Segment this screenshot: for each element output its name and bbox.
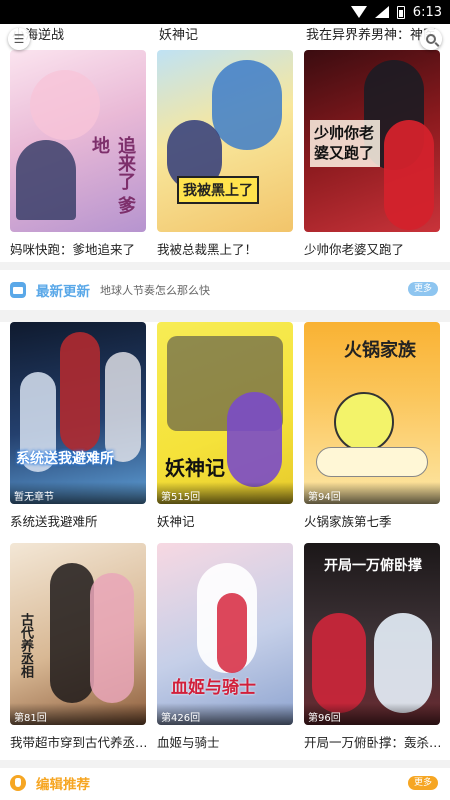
comic-card[interactable]: 少帅你老婆又跑了 少帅你老婆又跑了 [304,50,440,259]
comic-grid-row-3: 古代养丞相 第81回 我带超市穿到古代养丞… 血姬与骑士 第426回 血姬与骑士… [10,543,440,752]
comic-card[interactable]: 开局一万俯卧撑 第96回 开局一万俯卧撑：轰杀… [304,543,440,752]
comic-cover[interactable]: 血姬与骑士 第426回 [157,543,293,725]
comic-card[interactable]: 妖神记 第515回 妖神记 [157,322,293,531]
comic-cover[interactable]: 系统送我避难所 暂无章节 [10,322,146,504]
comic-title[interactable]: 系统送我避难所 [10,511,146,531]
chapter-badge: 第81回 [10,703,146,725]
section-divider [0,262,450,270]
comic-cover[interactable]: 我被黑上了 [157,50,293,232]
comic-cover[interactable]: 追来了 爹地 [10,50,146,232]
cover-title-art: 火锅家族 [344,340,416,361]
comic-title[interactable]: 血姬与骑士 [157,732,293,752]
section-subtitle: 地球人节奏怎么那么快 [100,284,210,297]
comic-card[interactable]: 古代养丞相 第81回 我带超市穿到古代养丞… [10,543,146,752]
partial-title[interactable]: 我在异界养男神：神医 [294,24,441,46]
comic-card[interactable]: 火锅家族 第94回 火锅家族第七季 [304,322,440,531]
chapter-badge: 第96回 [304,703,440,725]
comic-card[interactable]: 追来了 爹地 妈咪快跑：爹地追来了 [10,50,146,259]
cover-title-art: 追来了 爹地 [89,136,136,215]
comic-title[interactable]: 少帅你老婆又跑了 [304,239,440,259]
comic-title[interactable]: 妈咪快跑：爹地追来了 [10,239,146,259]
partial-title-row: 小海逆战 妖神记 我在异界养男神：神医 [0,24,450,46]
partial-title[interactable]: 妖神记 [147,24,294,46]
more-button[interactable]: 更多 [408,776,438,790]
comic-title[interactable]: 我被总裁黑上了！ [157,239,293,259]
chapter-badge: 第515回 [157,482,293,504]
chapter-badge: 第94回 [304,482,440,504]
calendar-icon [10,282,26,298]
section-editor-picks: 编辑推荐 更多 [0,766,450,800]
cover-title-art: 我被黑上了 [177,176,259,204]
search-button[interactable] [420,28,442,50]
search-icon [426,34,436,44]
comic-title[interactable]: 我带超市穿到古代养丞… [10,732,146,752]
comic-grid-row-1: 追来了 爹地 妈咪快跑：爹地追来了 我被黑上了 我被总裁黑上了！ 少帅你老婆又跑… [10,50,440,259]
flame-icon [10,775,26,791]
comic-title[interactable]: 妖神记 [157,511,293,531]
cover-title-art: 古代养丞相 [18,613,33,678]
wifi-icon [350,6,367,18]
comic-card[interactable]: 我被黑上了 我被总裁黑上了！ [157,50,293,259]
cover-title-art: 血姬与骑士 [171,678,256,698]
section-latest-updates: 最新更新 地球人节奏怎么那么快 更多 [0,270,450,310]
more-button[interactable]: 更多 [408,282,438,296]
comic-title[interactable]: 开局一万俯卧撑：轰杀… [304,732,440,752]
chapter-badge: 暂无章节 [10,482,146,504]
comic-cover[interactable]: 少帅你老婆又跑了 [304,50,440,232]
cover-title-art: 系统送我避难所 [16,451,114,467]
comic-card[interactable]: 血姬与骑士 第426回 血姬与骑士 [157,543,293,752]
section-divider [0,310,450,322]
cover-title-art: 少帅你老婆又跑了 [310,120,380,167]
battery-icon [396,5,405,19]
comic-grid-row-2: 系统送我避难所 暂无章节 系统送我避难所 妖神记 第515回 妖神记 火锅家族 … [10,322,440,531]
comic-cover[interactable]: 古代养丞相 第81回 [10,543,146,725]
comic-cover[interactable]: 妖神记 第515回 [157,322,293,504]
comic-cover[interactable]: 开局一万俯卧撑 第96回 [304,543,440,725]
chapter-badge: 第426回 [157,703,293,725]
comic-title[interactable]: 火锅家族第七季 [304,511,440,531]
status-time: 6:13 [412,4,442,20]
section-title: 最新更新 [36,284,90,300]
signal-icon [374,6,389,18]
comic-card[interactable]: 系统送我避难所 暂无章节 系统送我避难所 [10,322,146,531]
menu-icon: ☰ [13,32,25,46]
cover-title-art: 开局一万俯卧撑 [324,558,422,574]
cover-title-art: 妖神记 [165,456,225,480]
menu-button[interactable]: ☰ [8,28,30,50]
status-bar: 6:13 [0,0,450,24]
section-title: 编辑推荐 [36,777,90,793]
comic-cover[interactable]: 火锅家族 第94回 [304,322,440,504]
